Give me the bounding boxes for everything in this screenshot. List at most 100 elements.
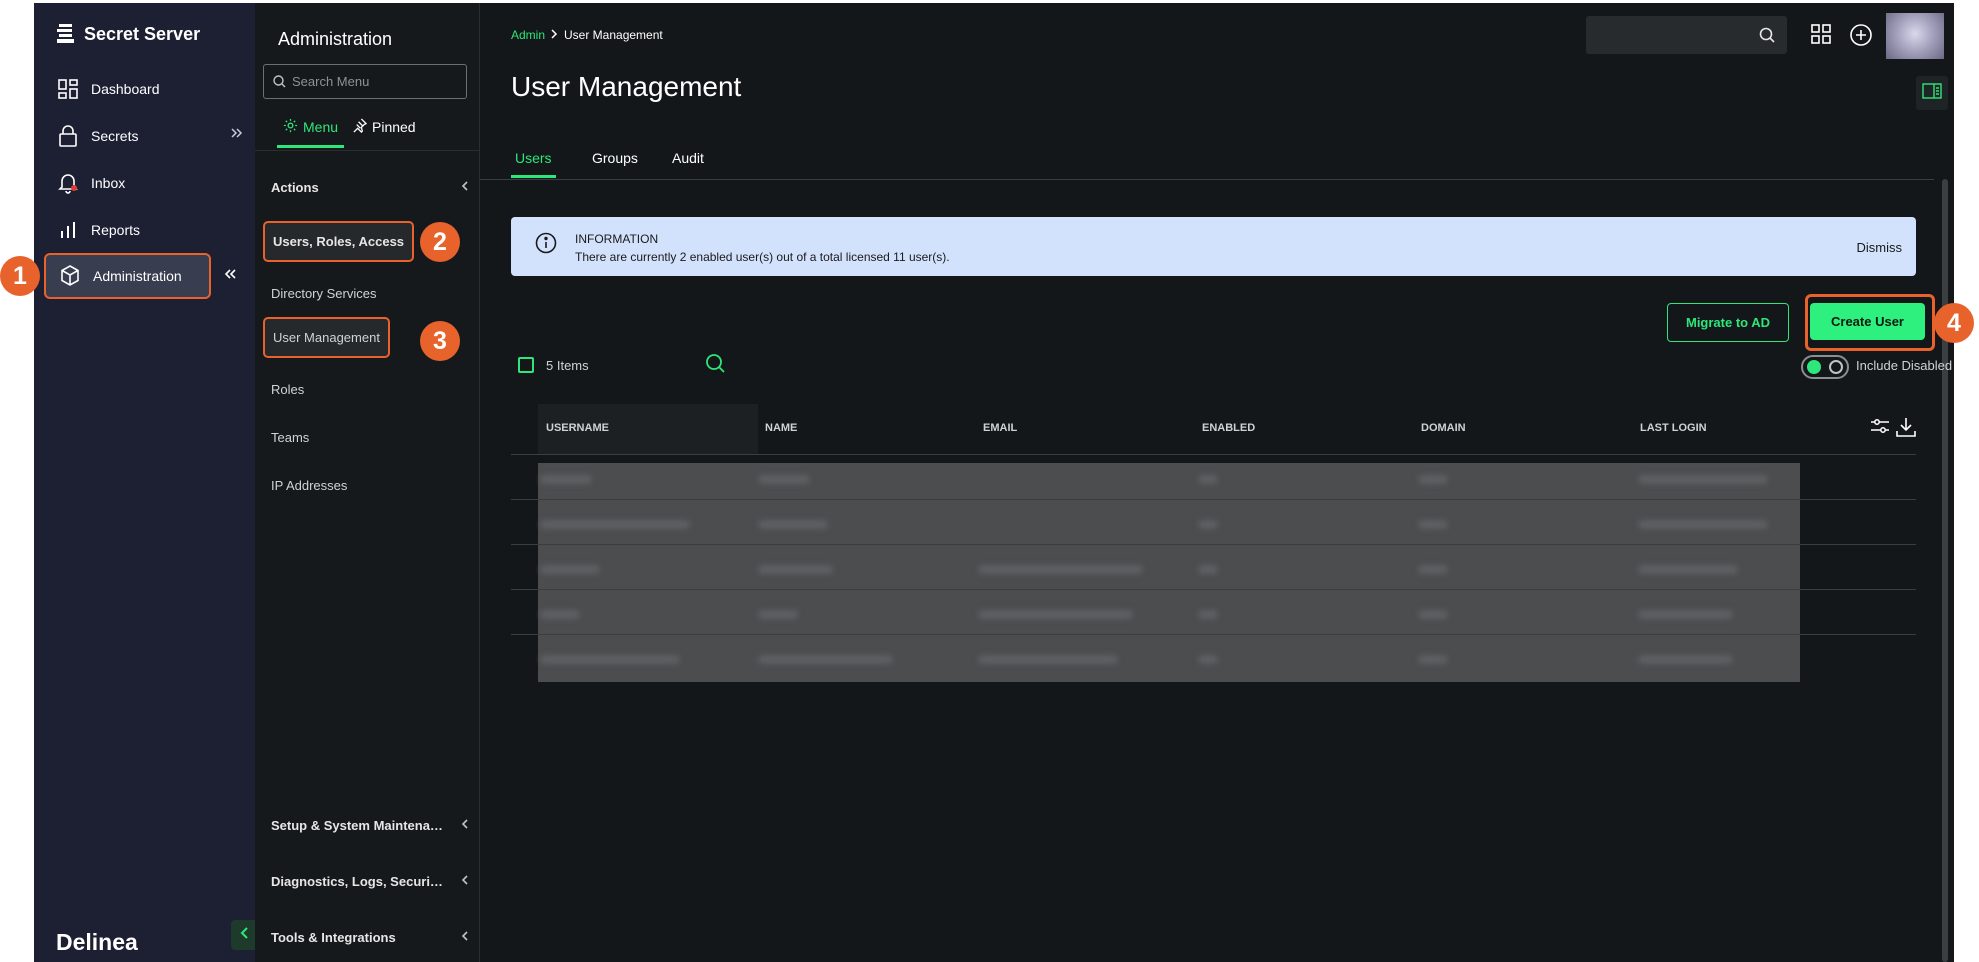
section-actions[interactable]: Actions (271, 180, 469, 195)
redacted-cell (1638, 565, 1738, 574)
chevron-left-icon (461, 818, 469, 833)
select-all-checkbox[interactable] (518, 357, 534, 373)
redacted-cell (758, 610, 798, 619)
redacted-table-rows (538, 463, 1800, 682)
apps-grid-icon[interactable] (1810, 23, 1832, 50)
info-icon (535, 232, 557, 259)
bell-icon (52, 171, 84, 195)
include-disabled-toggle[interactable] (1801, 355, 1849, 379)
redacted-cell (1638, 655, 1733, 664)
submenu-collapse-button[interactable] (231, 920, 257, 950)
redacted-cell (1418, 610, 1448, 619)
column-username[interactable]: USERNAME (546, 422, 609, 434)
lock-icon (52, 124, 84, 148)
info-banner: INFORMATION There are currently 2 enable… (511, 217, 1916, 276)
chevron-left-icon (239, 926, 249, 945)
avatar[interactable] (1886, 13, 1944, 59)
redacted-cell (1198, 610, 1218, 619)
column-enabled[interactable]: ENABLED (1202, 422, 1255, 434)
nav-item-reports[interactable]: Reports (44, 208, 254, 252)
column-last-login[interactable]: LAST LOGIN (1640, 422, 1707, 434)
redacted-cell (1638, 520, 1768, 529)
menu-search[interactable] (263, 64, 467, 99)
tab-users[interactable]: Users (511, 150, 556, 178)
scrollbar[interactable] (1942, 179, 1948, 962)
tab-menu[interactable]: Menu (276, 118, 345, 148)
cube-icon (54, 264, 86, 288)
redacted-cell (1198, 565, 1218, 574)
download-icon[interactable] (1896, 417, 1916, 442)
chevrons-right-icon[interactable] (230, 126, 244, 143)
search-icon (1759, 27, 1775, 48)
submenu-item-roles[interactable]: Roles (271, 382, 304, 397)
column-settings-icon[interactable] (1870, 417, 1890, 442)
column-domain[interactable]: DOMAIN (1421, 422, 1466, 434)
gear-icon (283, 118, 298, 136)
item-count: 5 Items (546, 358, 589, 373)
section-setup[interactable]: Setup & System Maintena… (271, 818, 469, 833)
tab-audit[interactable]: Audit (672, 150, 704, 166)
redacted-cell (978, 565, 1143, 574)
nav-item-dashboard[interactable]: Dashboard (44, 67, 254, 111)
nav-item-secrets[interactable]: Secrets (44, 114, 254, 158)
include-disabled-label: Include Disabled (1856, 358, 1953, 373)
secret-server-logo-icon (57, 23, 75, 45)
page-title: User Management (511, 71, 742, 102)
divider (255, 150, 479, 151)
chevron-left-icon (461, 180, 469, 195)
migrate-to-ad-button[interactable]: Migrate to AD (1667, 303, 1789, 342)
redacted-cell (1638, 475, 1768, 484)
tab-pinned-label: Pinned (372, 119, 416, 135)
redacted-cell (540, 475, 592, 484)
redacted-cell (1198, 475, 1218, 484)
column-email[interactable]: EMAIL (983, 422, 1017, 434)
nav-item-administration[interactable]: Administration (44, 253, 211, 299)
nav-item-label: Administration (93, 268, 182, 284)
submenu-item-directory-services[interactable]: Directory Services (271, 286, 376, 301)
submenu-item-user-management[interactable]: User Management (263, 317, 390, 358)
redacted-cell (1418, 655, 1448, 664)
bar-chart-icon (52, 218, 84, 242)
submenu-item-ip-addresses[interactable]: IP Addresses (271, 478, 347, 493)
delinea-logo: Delinea (56, 929, 138, 955)
breadcrumb: Admin User Management (511, 28, 663, 42)
section-tools[interactable]: Tools & Integrations (271, 930, 469, 945)
dismiss-button[interactable]: Dismiss (1857, 240, 1903, 255)
breadcrumb-current: User Management (564, 28, 663, 42)
grid-search-icon[interactable] (705, 353, 725, 378)
chevrons-left-icon[interactable] (223, 267, 237, 286)
section-label: Diagnostics, Logs, Securi… (271, 874, 443, 889)
table-header: USERNAME NAME EMAIL ENABLED DOMAIN LAST … (511, 404, 1916, 455)
toggle-knob (1807, 360, 1821, 374)
column-name[interactable]: NAME (765, 422, 797, 434)
section-diagnostics[interactable]: Diagnostics, Logs, Securi… (271, 874, 469, 889)
redacted-cell (540, 565, 600, 574)
brand[interactable]: Secret Server (57, 23, 200, 45)
tab-pinned[interactable]: Pinned (352, 118, 416, 136)
menu-search-input[interactable] (290, 73, 464, 90)
nav-item-inbox[interactable]: Inbox (44, 161, 254, 205)
section-label: Setup & System Maintena… (271, 818, 443, 833)
redacted-cell (540, 655, 680, 664)
panel-icon (1922, 82, 1942, 104)
section-label: Tools & Integrations (271, 930, 396, 945)
callout-1: 1 (0, 256, 40, 296)
admin-submenu: Administration Menu Pinned Actions Users… (255, 3, 480, 962)
dashboard-icon (52, 77, 84, 101)
redacted-cell (1418, 475, 1448, 484)
chevron-right-icon (551, 28, 558, 42)
toggle-off-ring (1829, 360, 1843, 374)
callout-4: 4 (1934, 303, 1974, 343)
tab-groups[interactable]: Groups (592, 150, 638, 166)
side-panel-toggle[interactable] (1916, 76, 1948, 110)
tab-menu-label: Menu (303, 119, 339, 135)
add-circle-icon[interactable] (1849, 23, 1873, 52)
redacted-cell (1198, 520, 1218, 529)
submenu-item-teams[interactable]: Teams (271, 430, 309, 445)
breadcrumb-admin[interactable]: Admin (511, 28, 545, 42)
redacted-cell (1198, 655, 1218, 664)
create-user-button[interactable]: Create User (1810, 303, 1925, 340)
submenu-item-users-roles-access[interactable]: Users, Roles, Access (263, 221, 415, 262)
global-search-input[interactable] (1586, 16, 1787, 54)
search-icon (273, 75, 286, 88)
